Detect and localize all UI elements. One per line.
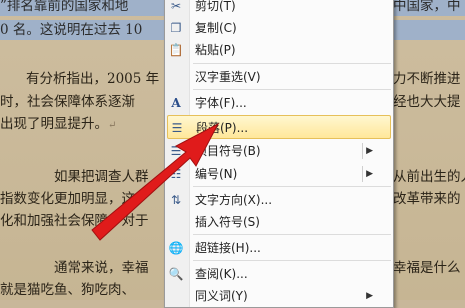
menu-item-label: 项目符号(B) [195, 144, 261, 158]
menu-item-synonyms[interactable]: 同义词(Y) ▶ [165, 285, 393, 307]
menu-item-paragraph[interactable]: ☰ 段落(P)... [167, 115, 391, 139]
menu-separator [193, 89, 391, 90]
menu-item-label: 插入符号(S) [195, 215, 260, 229]
menu-item-numbering[interactable]: ☷ 编号(N) ▶ [165, 163, 393, 185]
doc-line: 化和加强社会保障，对于 [0, 213, 149, 229]
menu-item-text-direction[interactable]: ⇅ 文字方向(X)... [165, 189, 393, 211]
hyperlink-icon: 🌐 [168, 241, 184, 255]
doc-line: 经也大大提 [393, 94, 461, 110]
submenu-arrow-icon: ▶ [366, 291, 373, 301]
doc-line: 有分析指出，2005 年 [26, 71, 160, 87]
doc-line: 力不断推进 [393, 71, 461, 87]
menu-item-label: 剪切(T) [195, 0, 236, 13]
menu-separator [193, 63, 391, 64]
menu-item-label: 超链接(H)... [195, 241, 261, 255]
font-icon: A [171, 96, 181, 110]
doc-line: 从前出生的人 [393, 169, 465, 185]
menu-item-label: 查阅(K)... [195, 267, 248, 281]
submenu-arrow-icon: ▶ [366, 169, 373, 179]
menu-separator [193, 260, 391, 261]
menu-item-bullets[interactable]: ☰ 项目符号(B) ▶ [165, 140, 393, 162]
menu-item-insert-symbol[interactable]: 插入符号(S) [165, 211, 393, 233]
copy-icon: ❐ [170, 21, 182, 35]
menu-item-label: 同义词(Y) [195, 289, 248, 303]
menu-item-label: 字体(F)... [195, 96, 247, 110]
doc-line: 就是猫吃鱼、狗吃肉、 [0, 282, 135, 298]
doc-line [393, 20, 465, 40]
menu-item-label: 汉字重选(V) [195, 70, 261, 84]
doc-line: 中国家，中 [393, 0, 465, 16]
menu-item-label: 复制(C) [195, 21, 237, 35]
bullets-icon: ☰ [170, 144, 182, 158]
menu-item-lookup[interactable]: 🔍 查阅(K)... [165, 263, 393, 285]
menu-separator [193, 186, 391, 187]
menu-separator [193, 234, 391, 235]
text-direction-icon: ⇅ [170, 193, 182, 207]
doc-line: 0 名。这说明在过去 10 [0, 20, 164, 40]
doc-line: 幸福是什么 [393, 260, 461, 276]
menu-item-label: 编号(N) [195, 167, 238, 181]
doc-line: 通常来说，幸福 [54, 260, 149, 276]
split-divider [362, 166, 363, 182]
cut-icon: ✂ [170, 0, 182, 13]
split-divider [362, 143, 363, 159]
paragraph-icon: ☰ [171, 121, 183, 135]
menu-item-copy[interactable]: ❐ 复制(C) [165, 17, 393, 39]
menu-item-label: 粘贴(P) [195, 43, 236, 57]
submenu-arrow-icon: ▶ [366, 146, 373, 156]
paste-icon: 📋 [168, 43, 184, 57]
menu-item-hyperlink[interactable]: 🌐 超链接(H)... [165, 237, 393, 259]
doc-line: 出现了明显提升。↵ [0, 116, 117, 132]
menu-item-label: 段落(P)... [196, 121, 249, 135]
doc-line: 时，社会保障体系逐渐 [0, 94, 135, 110]
menu-item-reselect-chars[interactable]: 汉字重选(V) [165, 66, 393, 88]
menu-item-label: 文字方向(X)... [195, 193, 273, 207]
context-menu: ✂ 剪切(T) ❐ 复制(C) 📋 粘贴(P) 汉字重选(V) A 字体(F).… [164, 0, 394, 308]
lookup-icon: 🔍 [168, 267, 184, 281]
menu-item-paste[interactable]: 📋 粘贴(P) [165, 39, 393, 61]
menu-item-font[interactable]: A 字体(F)... [165, 92, 393, 114]
doc-line: 如果把调查人群 [54, 169, 149, 185]
doc-line: ”排名靠前的国家和地 [0, 0, 164, 16]
menu-item-cut[interactable]: ✂ 剪切(T) [165, 0, 393, 17]
paragraph-mark: ↵ [108, 120, 117, 131]
numbering-icon: ☷ [170, 167, 182, 181]
doc-line: 指数变化更加明显，这 [0, 191, 135, 207]
doc-line: 改革带来的 [393, 191, 461, 207]
